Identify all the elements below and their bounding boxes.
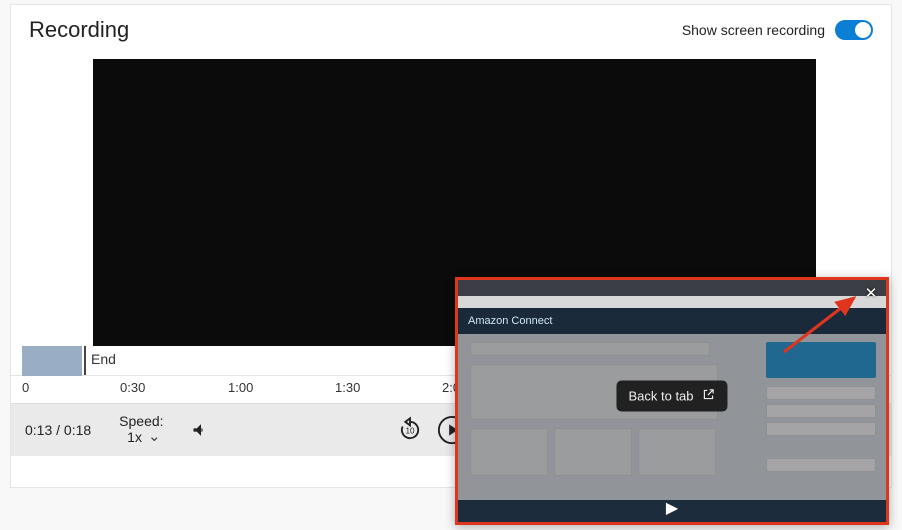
panel-title: Recording [29, 17, 129, 43]
app-body [458, 334, 886, 500]
time-display: 0:13 / 0:18 [25, 422, 91, 438]
toggle-label: Show screen recording [682, 22, 825, 38]
show-recording-toggle[interactable] [835, 20, 873, 40]
replay-10-icon[interactable]: 10 [395, 415, 425, 445]
open-external-icon [702, 388, 716, 405]
end-marker[interactable] [84, 346, 86, 375]
app-title: Amazon Connect [468, 315, 552, 327]
toggle-group: Show screen recording [682, 20, 873, 40]
played-segment [22, 346, 82, 376]
back-to-tab-label: Back to tab [628, 389, 693, 404]
tick: 1:30 [335, 380, 360, 395]
back-to-tab-button[interactable]: Back to tab [616, 381, 727, 412]
chevron-down-icon[interactable]: ⌄ [148, 429, 161, 446]
speed-control[interactable]: Speed: 1x ⌄ [119, 414, 163, 446]
volume-icon[interactable] [186, 415, 216, 445]
pip-play-icon[interactable]: ▶ [666, 498, 678, 518]
browser-url-bar [458, 296, 886, 308]
speed-value: 1x [127, 430, 142, 445]
speed-label: Speed: [119, 414, 163, 429]
browser-tab-bar [458, 280, 886, 296]
tick: 1:00 [228, 380, 253, 395]
picture-in-picture-overlay[interactable]: Amazon Connect ▶ Back to tab ✕ [455, 277, 889, 525]
svg-text:10: 10 [405, 427, 415, 436]
app-header: Amazon Connect [458, 308, 886, 334]
tick: 0:30 [120, 380, 145, 395]
close-icon[interactable]: ✕ [862, 284, 880, 302]
panel-header: Recording Show screen recording [11, 5, 891, 59]
tick: 0 [22, 380, 29, 395]
end-label: End [91, 351, 116, 367]
